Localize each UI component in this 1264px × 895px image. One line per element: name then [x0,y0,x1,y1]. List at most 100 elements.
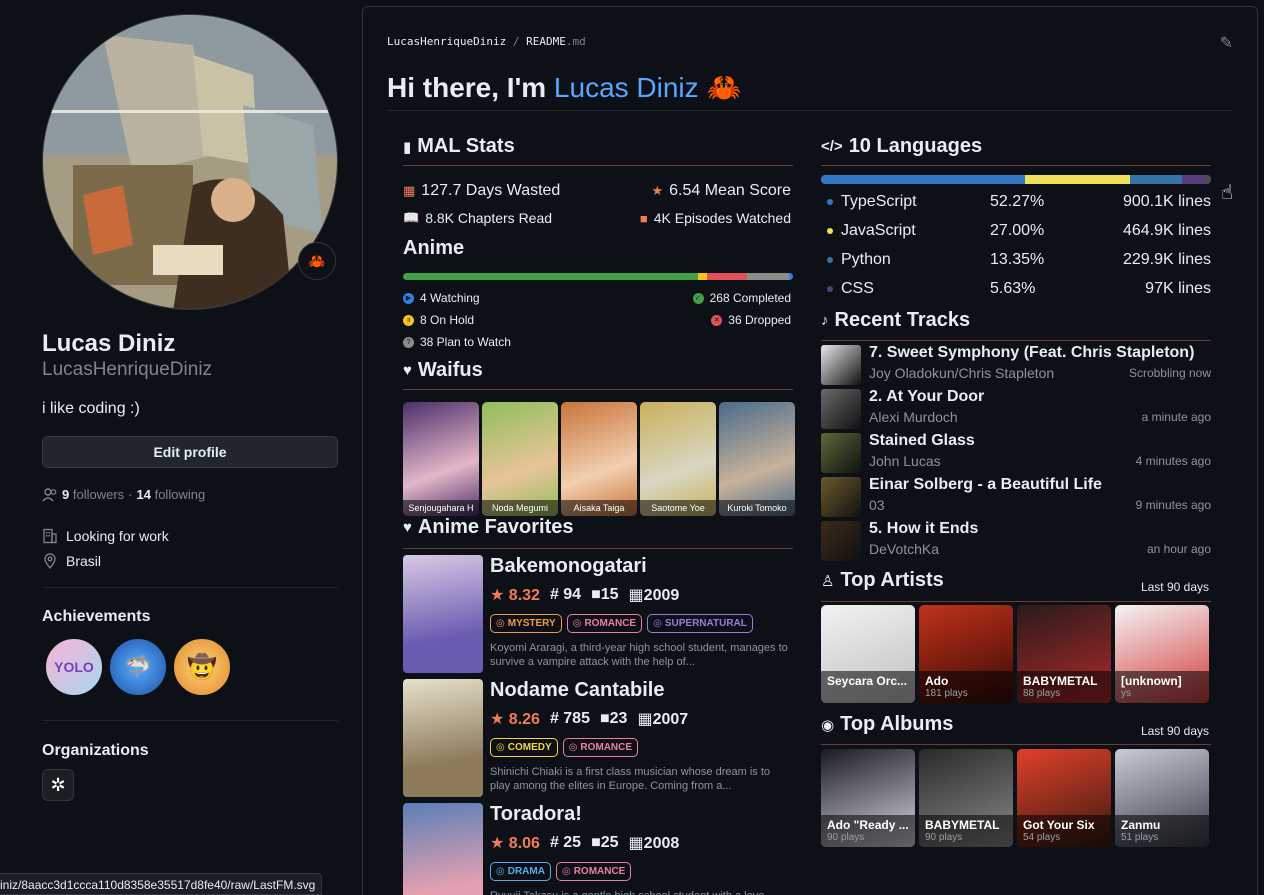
tile-name: BABYMETAL [925,818,1000,832]
genre-tag: ◎ SUPERNATURAL [647,614,753,633]
waifu-card[interactable]: Kuroki Tomoko [719,402,795,516]
bar-segment-on-hold [698,273,708,280]
disc-icon: ◉ [821,716,835,734]
genre-icon: ◎ [572,618,582,629]
anime-title[interactable]: Toradora! [490,803,582,826]
track-row[interactable]: 5. How it Ends DeVotchKa an hour ago [821,519,1211,563]
anime-meta: ★ 8.32 # 94 ■15 ▦2009 [490,585,679,605]
tile-caption: Seycara Orc... [821,671,915,703]
x-icon: ✕ [711,314,723,326]
album-tile[interactable]: Zanmu 51 plays [1115,749,1209,847]
album-tile[interactable]: BABYMETAL 90 plays [919,749,1013,847]
check-icon: ✓ [692,292,704,304]
track-title: 7. Sweet Symphony (Feat. Chris Stapleton… [869,344,1195,361]
divider [403,548,793,549]
bar-segment-completed [403,273,699,280]
music-note-icon: ♪ [821,312,829,329]
anime-description: Ryuuji Takasu is a gentle high school st… [490,889,790,895]
tile-caption: Zanmu 51 plays [1115,815,1209,847]
anime-meta: ★ 8.26 # 785 ■23 ▦2007 [490,709,688,729]
code-icon: </> [821,138,843,155]
artists-period: Last 90 days [1140,580,1209,594]
genre-icon: ◎ [496,742,505,753]
language-lines: 900.1K lines [1122,193,1211,210]
waifu-card[interactable]: Noda Megumi [482,402,558,516]
divider [42,587,338,588]
track-time: an hour ago [1146,542,1211,556]
album-art [821,477,861,517]
track-time: a minute ago [1141,410,1211,424]
track-row[interactable]: Einar Solberg - a Beautiful Life 03 9 minu… [821,475,1211,519]
genre-icon: ◎ [561,866,571,877]
tile-name: Zanmu [1121,818,1161,832]
legend-plan: ? 38 Plan to Watch [403,335,511,349]
albums-period: Last 90 days [1140,724,1209,738]
album-tile[interactable]: Ado "Ready ... 90 plays [821,749,915,847]
lang-segment-python [1130,175,1183,184]
track-row[interactable]: 2. At Your Door Alexi Murdoch a minute ago [821,387,1211,431]
rank: # 785 [549,710,590,727]
language-percent: 13.35% [990,251,1045,268]
tile-plays: 88 plays [1023,688,1061,699]
album-tile[interactable]: Got Your Six 54 plays [1017,749,1111,847]
avatar[interactable] [42,14,338,310]
track-row[interactable]: 7. Sweet Symphony (Feat. Chris Stapleton… [821,343,1211,387]
breadcrumb-user[interactable]: LucasHenriqueDiniz [387,35,506,48]
genre-tag: ◎ ROMANCE [562,738,639,757]
achievements-heading[interactable]: Achievements [42,608,151,626]
language-name: TypeScript [841,193,917,210]
waifu-name: Noda Megumi [482,500,558,516]
quickdraw-badge[interactable]: 🤠 [172,637,232,697]
anime-title[interactable]: Bakemonogatari [490,555,647,578]
status-emoji[interactable]: 🦀 [298,242,336,280]
organizations-heading: Organizations [42,742,149,759]
following-link[interactable]: 14 following [137,487,206,502]
profile-login: LucasHenriqueDiniz [42,359,213,380]
anime-title[interactable]: Nodame Cantabile [490,679,664,702]
genre-tag: ◎ DRAMA [490,862,551,881]
track-row[interactable]: Stained Glass John Lucas 4 minutes ago [821,431,1211,475]
lang-segment-javascript [1024,175,1131,184]
language-dot-icon [827,199,833,205]
edit-pencil-icon[interactable]: ✎ [1220,33,1233,53]
tile-plays: ys [1121,688,1131,699]
waifu-card[interactable]: Saotome Yoe [640,402,716,516]
track-title: Einar Solberg - a Beautiful Life [869,476,1102,493]
artist-tile[interactable]: BABYMETAL 88 plays [1017,605,1111,703]
artist-tile[interactable]: [unknown] ys [1115,605,1209,703]
bar-segment-plan-to-watch [746,273,789,280]
waifu-card[interactable]: Senjougahara H [403,402,479,516]
episodes: ■23 [599,710,628,727]
divider [403,165,793,166]
heart-icon: ♥ [403,519,412,536]
tile-plays: 51 plays [1121,832,1159,843]
genre-tags: ◎ COMEDY ◎ ROMANCE [490,738,639,757]
legend-dropped: ✕ 36 Dropped [711,313,791,327]
episodes: ■15 [591,586,619,603]
achievement-badges: YOLO 🦈 🤠 [44,637,232,697]
language-name: Python [841,251,891,268]
top-artists-heading: ♙ Top Artists [821,569,944,591]
track-artist: 03 [869,497,885,513]
edit-profile-button[interactable]: Edit profile [42,436,338,468]
work-label: Looking for work [66,528,169,544]
language-dot-icon [827,286,833,292]
yolo-badge[interactable]: YOLO [44,637,104,697]
divider [821,340,1211,341]
anime-cover[interactable] [403,555,483,673]
language-dot-icon [827,228,833,234]
bar-segment-watching [788,273,793,280]
anime-cover[interactable] [403,803,483,895]
waifu-card[interactable]: Aisaka Taiga [561,402,637,516]
star-icon: ★ [651,183,664,198]
anime-cover[interactable] [403,679,483,797]
artist-tile[interactable]: Ado 181 plays [919,605,1013,703]
followers-link[interactable]: 9 followers [62,487,124,502]
breadcrumb-extension: .md [565,35,586,48]
pull-shark-badge[interactable]: 🦈 [108,637,168,697]
gear-org-icon[interactable]: ✲ [42,769,74,801]
artist-tile[interactable]: Seycara Orc... [821,605,915,703]
episodes-watched: ■ 4K Episodes Watched [639,210,791,226]
tile-name: Ado "Ready ... [827,818,909,832]
book-icon: 📖 [403,210,420,225]
